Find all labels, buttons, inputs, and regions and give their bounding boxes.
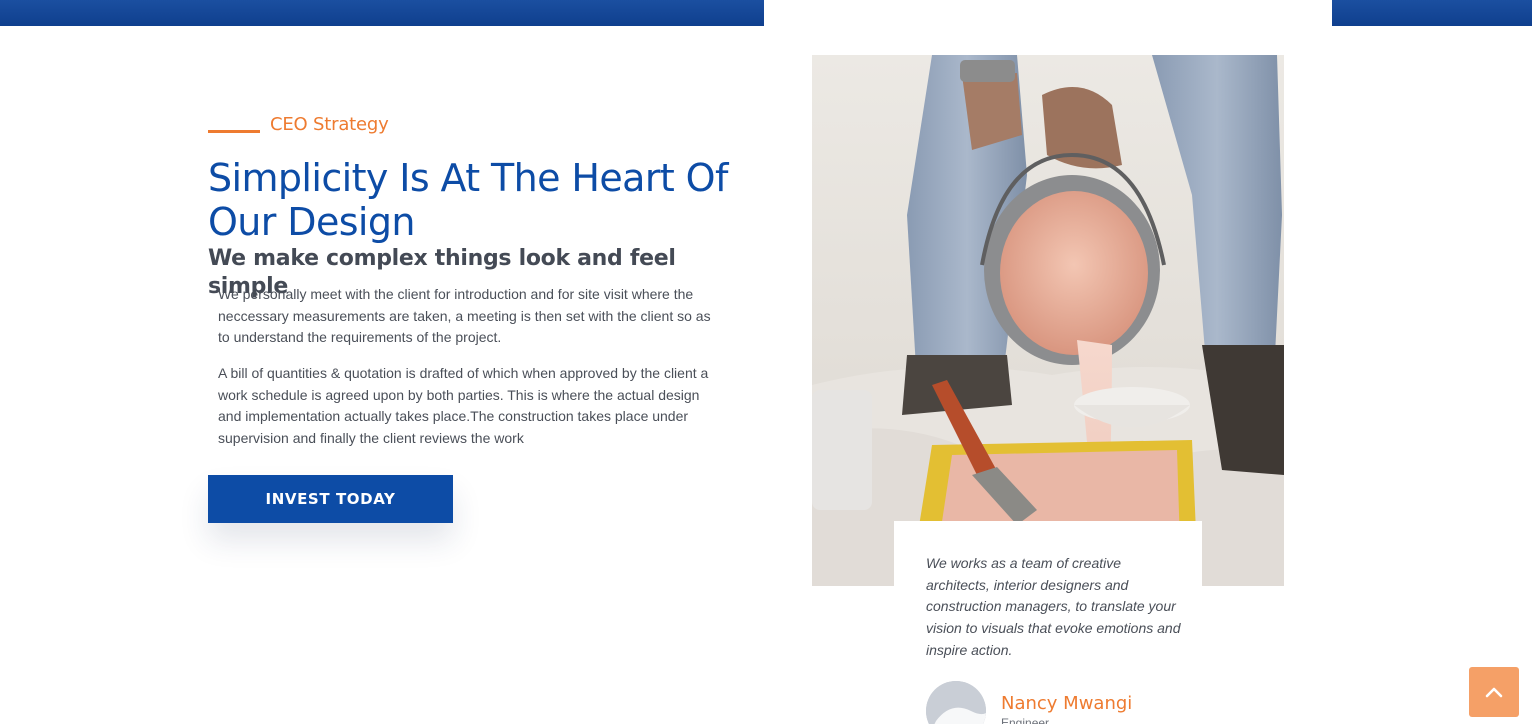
page: CEO Strategy Simplicity Is At The Heart …: [0, 0, 1532, 724]
author-avatar: [926, 681, 986, 724]
intro-paragraph: We personally meet with the client for i…: [218, 286, 711, 345]
testimonial-author: Nancy Mwangi Engineer: [926, 681, 1132, 724]
chevron-up-icon: [1485, 687, 1503, 698]
author-name: Nancy Mwangi: [1001, 693, 1133, 714]
painter-photo: [812, 55, 1284, 586]
testimonial-card: We works as a team of creative architect…: [894, 521, 1202, 724]
back-to-top-button[interactable]: [1469, 667, 1519, 717]
process-paragraph: A bill of quantities & quotation is draf…: [218, 365, 709, 446]
testimonial-quote: We works as a team of creative architect…: [926, 555, 1181, 658]
author-role: Engineer: [1001, 716, 1050, 724]
eyebrow-label: CEO Strategy: [270, 114, 389, 135]
eyebrow: CEO Strategy: [208, 112, 389, 138]
eyebrow-divider: [208, 129, 260, 133]
top-banner-strip-left: [0, 0, 764, 26]
top-banner-strip-right: [1332, 0, 1532, 26]
section-heading: Simplicity Is At The Heart Of Our Design: [208, 156, 728, 244]
invest-today-button[interactable]: INVEST TODAY: [208, 475, 453, 523]
